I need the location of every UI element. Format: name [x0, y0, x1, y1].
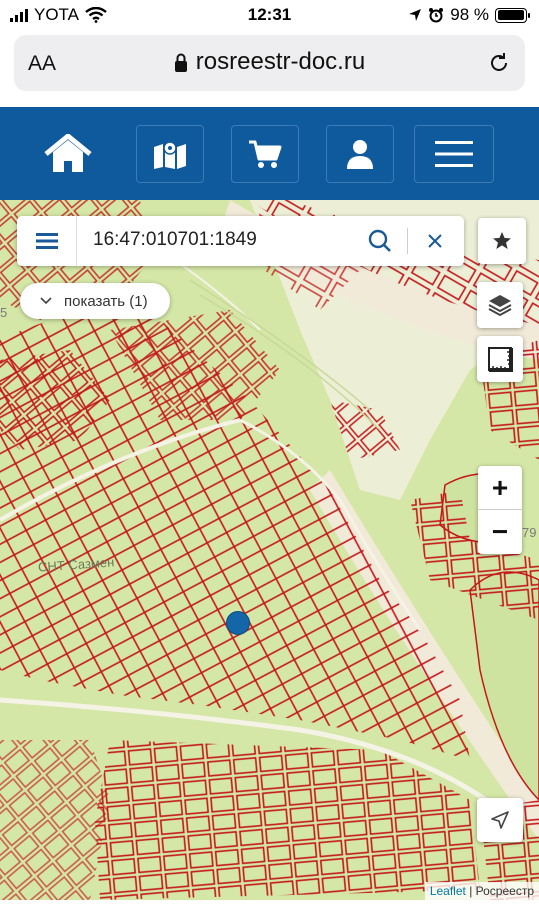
- alarm-icon: [429, 8, 444, 23]
- browser-address-bar[interactable]: AA rosreestr-doc.ru: [14, 35, 525, 91]
- parcel-number-label: 79: [522, 525, 537, 540]
- home-icon: [44, 134, 92, 172]
- site-navbar: [0, 107, 539, 200]
- parcel-location-marker[interactable]: [226, 611, 250, 635]
- nav-home-button[interactable]: [34, 125, 102, 183]
- status-right: 98 %: [408, 5, 530, 25]
- cadastral-search-box: 16:47:010701:1849: [17, 216, 464, 266]
- layers-icon: [488, 295, 512, 317]
- show-results-button[interactable]: показать (1): [20, 283, 170, 319]
- search-separator: [407, 228, 408, 254]
- zoom-out-button[interactable]: −: [478, 510, 522, 554]
- battery-icon: [495, 7, 530, 23]
- reload-icon[interactable]: [487, 51, 511, 75]
- cadastral-map[interactable]: СНТ Сазмен 79 5 16:47:010701:1849 показа…: [0, 200, 539, 900]
- zoom-control: + −: [478, 466, 522, 554]
- layers-button[interactable]: [477, 282, 523, 328]
- map-icon: [154, 141, 186, 169]
- hamburger-icon: [35, 233, 58, 249]
- location-arrow-icon: [409, 9, 422, 21]
- nav-map-button[interactable]: [136, 125, 204, 183]
- nav-cart-button[interactable]: [231, 125, 299, 183]
- map-attribution: Leaflet | Росреестр: [424, 882, 539, 900]
- leaflet-link[interactable]: Leaflet: [430, 884, 466, 898]
- nav-menu-button[interactable]: [414, 125, 494, 183]
- cart-icon: [249, 140, 282, 168]
- search-input[interactable]: 16:47:010701:1849: [93, 229, 257, 251]
- battery-level: [497, 10, 524, 20]
- star-icon: [493, 232, 511, 249]
- url-text: rosreestr-doc.ru: [195, 48, 366, 75]
- navigation-arrow-icon: [491, 811, 509, 829]
- search-icon[interactable]: [367, 228, 393, 254]
- show-results-label: показать (1): [64, 292, 148, 310]
- menu-icon: [435, 141, 473, 167]
- attribution-text: | Росреестр: [465, 884, 534, 898]
- close-icon[interactable]: [422, 228, 448, 254]
- zoom-in-button[interactable]: +: [478, 466, 522, 510]
- ruler-icon: [488, 347, 513, 372]
- measure-button[interactable]: [477, 336, 523, 382]
- geolocate-button[interactable]: [477, 798, 523, 842]
- bottom-strip: [0, 900, 539, 910]
- favorites-button[interactable]: [478, 218, 526, 264]
- url-display[interactable]: rosreestr-doc.ru: [14, 48, 525, 76]
- status-bar: YOTA 12:31 98 %: [0, 0, 539, 30]
- parcel-number-label-left: 5: [0, 305, 8, 320]
- user-icon: [347, 140, 373, 169]
- search-menu-button[interactable]: [17, 216, 77, 266]
- chevron-down-icon: [40, 297, 52, 305]
- nav-user-button[interactable]: [326, 125, 394, 183]
- battery-percent: 98 %: [450, 5, 489, 24]
- lock-icon: [174, 53, 187, 72]
